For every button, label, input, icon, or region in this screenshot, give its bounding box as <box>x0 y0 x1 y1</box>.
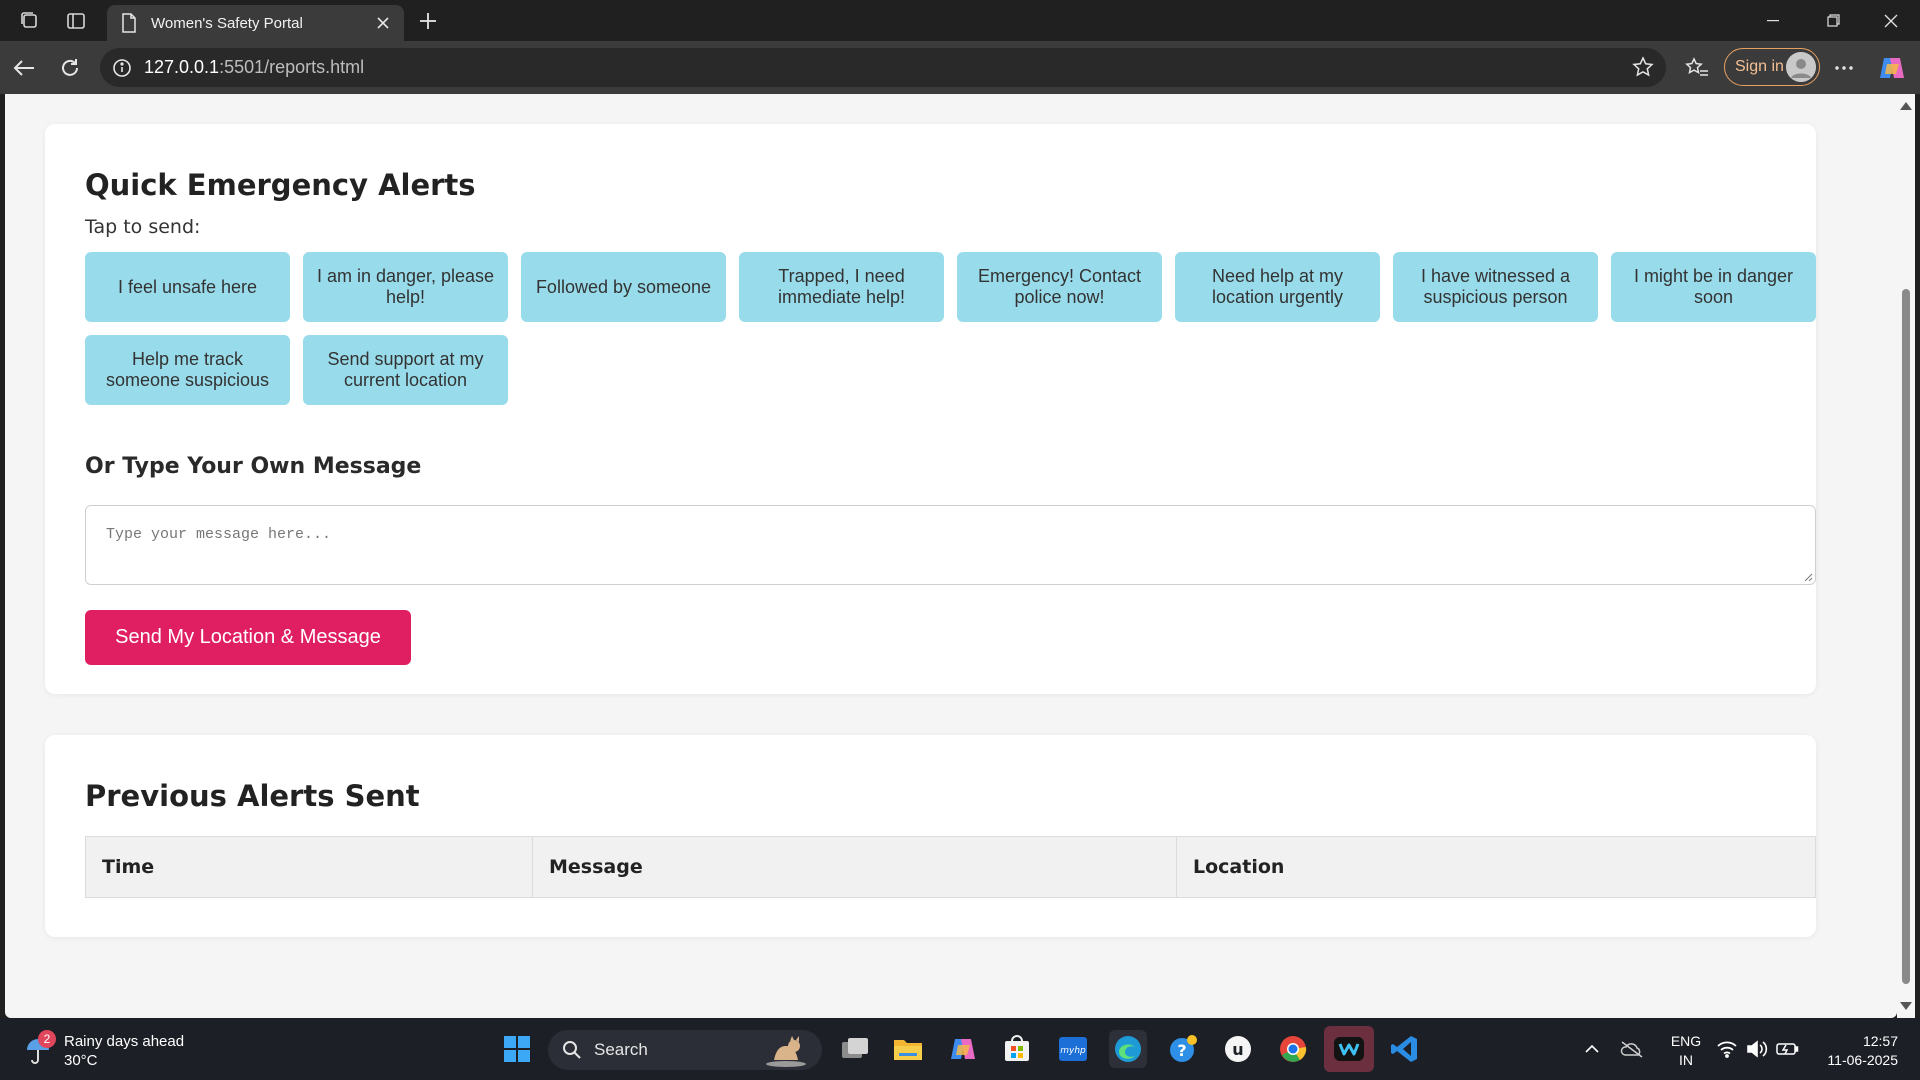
language-line1: ENG <box>1670 1033 1702 1049</box>
page-scrollbar[interactable] <box>1897 94 1915 1018</box>
edge-icon[interactable] <box>1109 1030 1147 1068</box>
alert-button-suspicious-person[interactable]: I have witnessed a suspicious person <box>1393 252 1598 322</box>
tab-title: Women's Safety Portal <box>151 14 303 32</box>
previous-alerts-title: Previous Alerts Sent <box>85 779 420 813</box>
onedrive-offline-icon[interactable] <box>1614 1030 1650 1068</box>
search-icon <box>563 1041 581 1059</box>
alert-button-unsafe[interactable]: I feel unsafe here <box>85 252 290 322</box>
resize-handle-icon[interactable] <box>1803 572 1813 582</box>
language-indicator[interactable]: ENG IN <box>1666 1032 1706 1070</box>
favorites-icon[interactable] <box>1682 53 1712 83</box>
copilot-icon[interactable] <box>1877 53 1907 83</box>
message-textarea[interactable]: Type your message here... <box>85 505 1816 585</box>
taskbar-search[interactable]: Search <box>548 1030 822 1070</box>
search-highlight-cat-icon <box>766 1036 806 1067</box>
weather-badge: 2 <box>38 1030 56 1048</box>
alert-button-trapped[interactable]: Trapped, I need immediate help! <box>739 252 944 322</box>
browser-toolbar: 127.0.0.1:5501/reports.html Sign in <box>0 41 1920 94</box>
column-header-location: Location <box>1193 856 1285 878</box>
custom-message-title: Or Type Your Own Message <box>85 454 422 479</box>
refresh-icon[interactable] <box>55 53 85 83</box>
sign-in-label: Sign in <box>1735 58 1784 75</box>
close-window-icon[interactable] <box>1862 0 1920 41</box>
weather-title: Rainy days ahead <box>64 1033 185 1050</box>
new-tab-icon[interactable] <box>414 7 442 35</box>
copilot-app-icon[interactable] <box>944 1030 982 1068</box>
alert-button-send-support[interactable]: Send support at my current location <box>303 335 508 405</box>
url-path: :5501/reports.html <box>219 57 365 77</box>
volume-icon[interactable] <box>1742 1030 1772 1068</box>
quick-alerts-title: Quick Emergency Alerts <box>85 168 476 202</box>
svg-text:?: ? <box>1177 1041 1186 1060</box>
profile-avatar-icon <box>1786 52 1816 82</box>
battery-icon[interactable] <box>1772 1030 1802 1068</box>
taskbar-clock[interactable]: 12:57 11-06-2025 <box>1818 1032 1898 1070</box>
chrome-icon[interactable] <box>1274 1030 1312 1068</box>
myhp-icon[interactable]: myhp <box>1054 1030 1092 1068</box>
file-explorer-icon[interactable] <box>889 1030 927 1068</box>
alert-button-danger-soon[interactable]: I might be in danger soon <box>1611 252 1816 322</box>
start-icon[interactable] <box>498 1030 536 1068</box>
back-icon[interactable] <box>9 53 39 83</box>
sign-in-button[interactable]: Sign in <box>1724 48 1820 86</box>
favorite-star-icon[interactable] <box>1632 56 1654 78</box>
address-bar[interactable]: 127.0.0.1:5501/reports.html <box>100 48 1666 87</box>
svg-text:u: u <box>1232 1040 1243 1059</box>
alert-button-help-location[interactable]: Need help at my location urgently <box>1175 252 1380 322</box>
active-tab[interactable]: Women's Safety Portal <box>107 5 404 41</box>
scrollbar-thumb[interactable] <box>1902 289 1910 984</box>
task-view-icon[interactable] <box>836 1030 874 1068</box>
alerts-table-header: Time Message Location <box>85 836 1816 898</box>
previous-alerts-card: Previous Alerts Sent Time Message Locati… <box>45 735 1816 937</box>
alert-button-contact-police[interactable]: Emergency! Contact police now! <box>957 252 1162 322</box>
windows-taskbar: 2 Rainy days ahead 30°C Search myhp ? u <box>0 1018 1920 1080</box>
alert-button-in-danger[interactable]: I am in danger, please help! <box>303 252 508 322</box>
microsoft-store-icon[interactable] <box>998 1030 1036 1068</box>
tap-to-send-label: Tap to send: <box>85 216 201 238</box>
site-info-icon[interactable] <box>112 58 132 78</box>
scroll-up-icon[interactable] <box>1900 102 1912 110</box>
browser-tab-bar: Women's Safety Portal <box>0 0 1920 41</box>
restore-icon[interactable] <box>1804 0 1862 41</box>
clock-time: 12:57 <box>1862 1033 1898 1049</box>
page-icon <box>122 13 136 33</box>
wifi-icon[interactable] <box>1712 1030 1742 1068</box>
quick-alerts-grid: I feel unsafe here I am in danger, pleas… <box>85 252 1825 405</box>
minimize-icon[interactable] <box>1744 0 1802 41</box>
weather-temp: 30°C <box>64 1052 98 1069</box>
alert-button-track-suspicious[interactable]: Help me track someone suspicious <box>85 335 290 405</box>
language-line2: IN <box>1679 1052 1693 1068</box>
svg-text:myhp: myhp <box>1060 1046 1086 1056</box>
page-viewport: Quick Emergency Alerts Tap to send: I fe… <box>5 94 1897 1018</box>
alert-button-followed[interactable]: Followed by someone <box>521 252 726 322</box>
send-location-button[interactable]: Send My Location & Message <box>85 610 411 665</box>
quick-alerts-card: Quick Emergency Alerts Tap to send: I fe… <box>45 124 1816 694</box>
search-label: Search <box>594 1040 648 1059</box>
clock-date: 11-06-2025 <box>1827 1052 1898 1068</box>
url-host: 127.0.0.1 <box>144 57 220 77</box>
help-icon[interactable]: ? <box>1164 1030 1202 1068</box>
message-placeholder: Type your message here... <box>106 526 332 543</box>
webex-icon[interactable] <box>1324 1026 1374 1072</box>
column-header-time: Time <box>86 837 533 897</box>
unstop-app-icon[interactable]: u <box>1219 1030 1257 1068</box>
more-options-icon[interactable] <box>1829 53 1859 83</box>
show-hidden-icons[interactable] <box>1574 1030 1610 1068</box>
vscode-icon[interactable] <box>1385 1030 1423 1068</box>
workspaces-icon[interactable] <box>16 7 44 35</box>
close-tab-icon[interactable] <box>372 12 394 34</box>
column-header-message: Message <box>533 837 1177 897</box>
scroll-down-icon[interactable] <box>1900 1002 1912 1010</box>
vertical-tabs-icon[interactable] <box>62 7 90 35</box>
